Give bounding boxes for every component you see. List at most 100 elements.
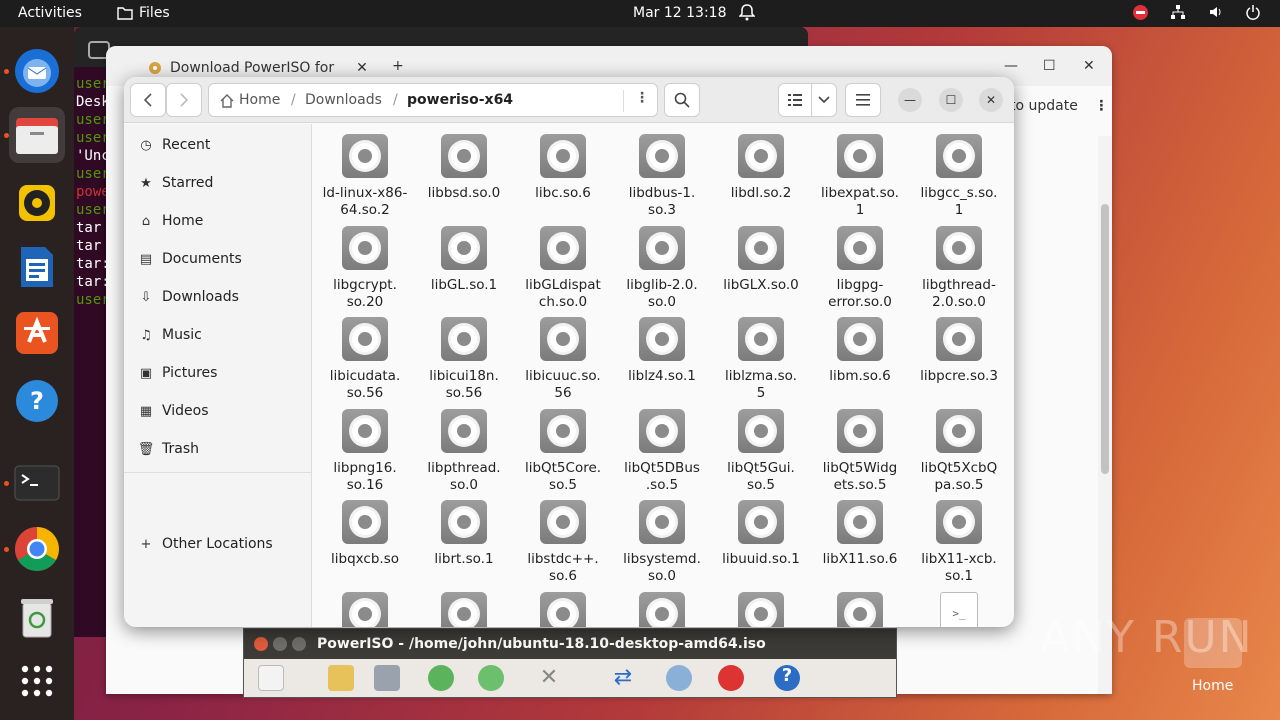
new-icon[interactable]: [258, 665, 284, 691]
files-icon[interactable]: [9, 107, 65, 163]
file-item[interactable]: [810, 591, 910, 627]
main-menu-button[interactable]: [845, 83, 881, 117]
file-item[interactable]: liblz4.so.1: [612, 317, 712, 385]
minimize-icon[interactable]: —: [1004, 58, 1018, 74]
file-item[interactable]: libicui18n. so.56: [414, 317, 514, 402]
view-list-button[interactable]: [778, 83, 812, 117]
file-item[interactable]: libqxcb.so: [315, 500, 415, 568]
breadcrumb[interactable]: Home / Downloads / poweriso-x64 ⋮: [208, 83, 658, 117]
burn-icon[interactable]: [718, 665, 744, 691]
help-icon[interactable]: ?: [774, 665, 800, 691]
sidebar-item-documents[interactable]: ▤ Documents: [124, 240, 312, 278]
breadcrumb-current[interactable]: poweriso-x64: [407, 92, 513, 108]
file-item[interactable]: ld-linux-x86- 64.so.2: [315, 134, 415, 219]
file-item[interactable]: libpng16. so.16: [315, 408, 415, 494]
file-item[interactable]: libgthread- 2.0.so.0: [909, 225, 1009, 311]
maximize-icon[interactable]: [292, 637, 306, 651]
breadcrumb-home[interactable]: Home: [239, 92, 280, 108]
thunderbird-icon[interactable]: [9, 43, 65, 99]
file-item[interactable]: librt.so.1: [414, 500, 514, 568]
more-options-icon[interactable]: ⋮: [1094, 98, 1108, 114]
sidebar-item-trash[interactable]: 🗑 Trash: [124, 430, 312, 468]
file-item[interactable]: libgcrypt. so.20: [315, 225, 415, 311]
file-item[interactable]: libGL.so.1: [414, 225, 514, 294]
poweriso-window[interactable]: PowerISO - /home/john/ubuntu-18.10-deskt…: [243, 628, 897, 698]
system-tray[interactable]: [1133, 4, 1260, 20]
desktop-home-icon[interactable]: [1184, 618, 1242, 668]
convert-icon[interactable]: ⇄: [610, 665, 636, 691]
back-button[interactable]: [130, 83, 166, 117]
close-button[interactable]: ✕: [979, 88, 1003, 112]
close-icon[interactable]: ✕: [1083, 58, 1095, 74]
help-icon[interactable]: ?: [9, 373, 65, 429]
file-item[interactable]: libQt5Widg ets.so.5: [810, 408, 910, 494]
sidebar-item-recent[interactable]: ◷ Recent: [124, 126, 312, 164]
file-item[interactable]: libX11-xcb. so.1: [909, 500, 1009, 585]
minimize-button[interactable]: —: [898, 88, 922, 112]
file-item[interactable]: [612, 591, 712, 627]
file-item[interactable]: libQt5Gui. so.5: [711, 408, 811, 494]
save-icon[interactable]: [374, 665, 400, 691]
chrome-icon[interactable]: [9, 521, 65, 577]
file-item[interactable]: libGLX.so.0: [711, 225, 811, 294]
view-options-button[interactable]: [811, 83, 837, 117]
breadcrumb-downloads[interactable]: Downloads: [305, 92, 382, 108]
app-menu-files[interactable]: Files: [117, 5, 170, 21]
sidebar-item-pictures[interactable]: ▣ Pictures: [124, 354, 312, 392]
file-item[interactable]: libQt5Core. so.5: [513, 408, 613, 494]
maximize-icon[interactable]: ☐: [1043, 58, 1056, 74]
clock[interactable]: Mar 12 13:18: [633, 5, 726, 21]
file-item[interactable]: libglib-2.0. so.0: [612, 225, 712, 311]
terminal-icon[interactable]: [9, 455, 65, 511]
new-tab-button[interactable]: +: [392, 58, 404, 74]
file-item[interactable]: libm.so.6: [810, 317, 910, 385]
file-item[interactable]: libstdc++. so.6: [513, 500, 613, 585]
file-item[interactable]: >_: [909, 591, 1009, 627]
close-tab-icon[interactable]: ✕: [356, 60, 368, 76]
file-item[interactable]: libGLdispat ch.so.0: [513, 225, 613, 311]
forward-button[interactable]: [166, 83, 202, 117]
file-item[interactable]: libpthread. so.0: [414, 408, 514, 494]
extract-icon[interactable]: [478, 665, 504, 691]
file-item[interactable]: libsystemd. so.0: [612, 500, 712, 585]
file-item[interactable]: libuuid.so.1: [711, 500, 811, 568]
file-item[interactable]: libdl.so.2: [711, 134, 811, 202]
file-item[interactable]: libc.so.6: [513, 134, 613, 202]
minimize-icon[interactable]: [273, 637, 287, 651]
file-item[interactable]: libicuuc.so. 56: [513, 317, 613, 402]
mount-icon[interactable]: [666, 665, 692, 691]
file-item[interactable]: libQt5DBus .so.5: [612, 408, 712, 494]
path-menu-icon[interactable]: ⋮: [635, 90, 649, 106]
file-item[interactable]: [711, 591, 811, 627]
app-center-icon[interactable]: [9, 305, 65, 361]
sidebar-item-music[interactable]: ♫ Music: [124, 316, 312, 354]
file-item[interactable]: libgpg-error.so.0: [810, 225, 910, 311]
rhythmbox-icon[interactable]: [9, 175, 65, 231]
files-window[interactable]: Home / Downloads / poweriso-x64 ⋮ — ☐ ✕: [124, 77, 1014, 627]
file-item[interactable]: libQt5XcbQ pa.so.5: [909, 408, 1009, 494]
activities-button[interactable]: Activities: [18, 5, 82, 21]
add-icon[interactable]: [428, 665, 454, 691]
file-item[interactable]: libgcc_s.so. 1: [909, 134, 1009, 219]
file-item[interactable]: [414, 591, 514, 627]
trash-icon[interactable]: [9, 589, 65, 645]
file-item[interactable]: libpcre.so.3: [909, 317, 1009, 385]
file-grid[interactable]: ld-linux-x86- 64.so.2 libbsd.so.0 libc.so.6…: [313, 124, 1014, 627]
show-apps-icon[interactable]: [9, 653, 65, 709]
delete-icon[interactable]: ✕: [536, 665, 562, 691]
sidebar-item-other-locations[interactable]: + Other Locations: [124, 525, 312, 563]
search-button[interactable]: [664, 83, 700, 117]
open-icon[interactable]: [328, 665, 354, 691]
sidebar-item-downloads[interactable]: ⇩ Downloads: [124, 278, 312, 316]
notification-bell-icon[interactable]: [738, 3, 756, 25]
file-item[interactable]: libexpat.so. 1: [810, 134, 910, 219]
sidebar-item-starred[interactable]: ★ Starred: [124, 164, 312, 202]
file-item[interactable]: [315, 591, 415, 627]
file-item[interactable]: liblzma.so. 5: [711, 317, 811, 402]
close-icon[interactable]: [254, 637, 268, 651]
maximize-button[interactable]: ☐: [939, 88, 963, 112]
file-item[interactable]: [513, 591, 613, 627]
file-item[interactable]: libbsd.so.0: [414, 134, 514, 202]
libreoffice-writer-icon[interactable]: [9, 239, 65, 295]
sidebar-item-videos[interactable]: ▦ Videos: [124, 392, 312, 430]
